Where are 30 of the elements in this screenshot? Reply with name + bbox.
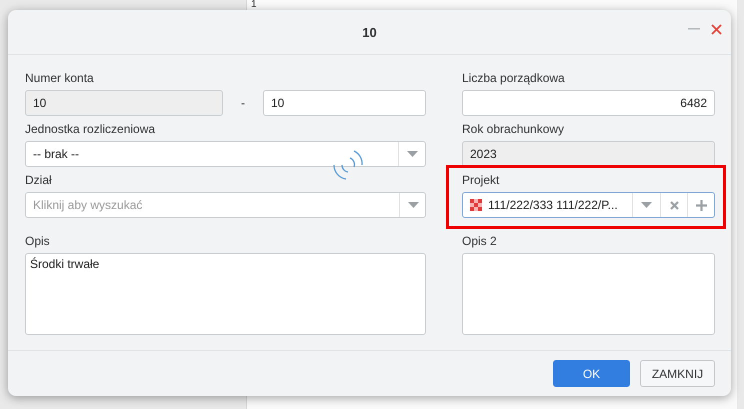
- unit-dropdown[interactable]: -- brak --: [25, 141, 426, 167]
- close-dialog-button[interactable]: ZAMKNIJ: [640, 360, 715, 387]
- account-prefix-field[interactable]: 10: [25, 90, 223, 116]
- field-label: Opis: [25, 234, 51, 248]
- separator-dash: -: [240, 96, 246, 110]
- department-search-field[interactable]: Kliknij aby wyszukać: [25, 192, 426, 218]
- plus-icon: [696, 200, 706, 210]
- description-field[interactable]: Środki trwałe: [25, 253, 426, 335]
- close-icon: [710, 24, 722, 34]
- dialog-title: 10: [362, 24, 377, 40]
- grid-icon: [470, 199, 482, 211]
- field-label: Dział: [25, 173, 53, 187]
- clear-icon: [670, 200, 678, 210]
- minimize-icon: [688, 28, 700, 30]
- field-label: Projekt: [462, 173, 500, 187]
- field-label: Liczba porządkowa: [462, 71, 566, 85]
- field-label: Jednostka rozliczeniowa: [25, 122, 156, 136]
- project-dropdown[interactable]: 111/222/333 111/222/P...: [462, 192, 715, 218]
- account-suffix-field[interactable]: 10: [263, 90, 426, 116]
- field-label: Rok obrachunkowy: [462, 122, 566, 136]
- caret-icon: [641, 202, 652, 208]
- caret-icon: [408, 202, 418, 208]
- field-label: Numer konta: [25, 71, 95, 85]
- description-2-field[interactable]: [462, 253, 715, 335]
- row-number: 1: [251, 0, 257, 10]
- field-label: Opis 2: [462, 234, 498, 248]
- close-button[interactable]: [709, 22, 723, 36]
- ordinal-field[interactable]: 6482: [462, 90, 715, 116]
- ok-button[interactable]: OK: [553, 360, 630, 387]
- caret-icon: [406, 151, 418, 157]
